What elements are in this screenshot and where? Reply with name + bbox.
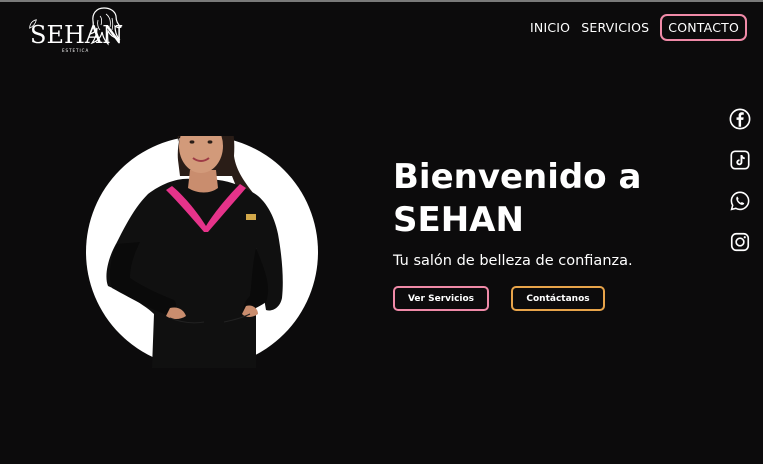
hero-subtitle: Tu salón de belleza de confianza. <box>393 253 633 269</box>
whatsapp-icon[interactable] <box>729 190 751 212</box>
instagram-icon[interactable] <box>729 231 751 253</box>
main-nav: INICIO SERVICIOS CONTACTO <box>530 14 747 41</box>
hero-title: Bienvenido a SEHAN <box>393 156 693 242</box>
hero-title-line1: Bienvenido a <box>393 157 642 197</box>
nav-item-inicio[interactable]: INICIO <box>530 20 570 35</box>
brand-name: SEHAN <box>30 21 124 49</box>
window-top-border <box>0 0 763 2</box>
contact-us-button[interactable]: Contáctanos <box>511 286 605 311</box>
social-links <box>729 108 751 253</box>
tiktok-icon[interactable] <box>729 149 751 171</box>
view-services-button[interactable]: Ver Servicios <box>393 286 489 311</box>
nav-item-contacto[interactable]: CONTACTO <box>660 14 747 41</box>
facebook-icon[interactable] <box>729 108 751 130</box>
hero-title-line2: SEHAN <box>393 200 524 240</box>
brand-logo[interactable]: SEHAN ESTETICA <box>28 6 124 53</box>
landing-page: SEHAN ESTETICA INICIO SERVICIOS CONTACTO <box>0 0 763 464</box>
brand-tagline: ESTETICA <box>62 48 90 53</box>
hero-portrait-image <box>86 136 318 368</box>
nav-item-servicios[interactable]: SERVICIOS <box>581 20 649 35</box>
